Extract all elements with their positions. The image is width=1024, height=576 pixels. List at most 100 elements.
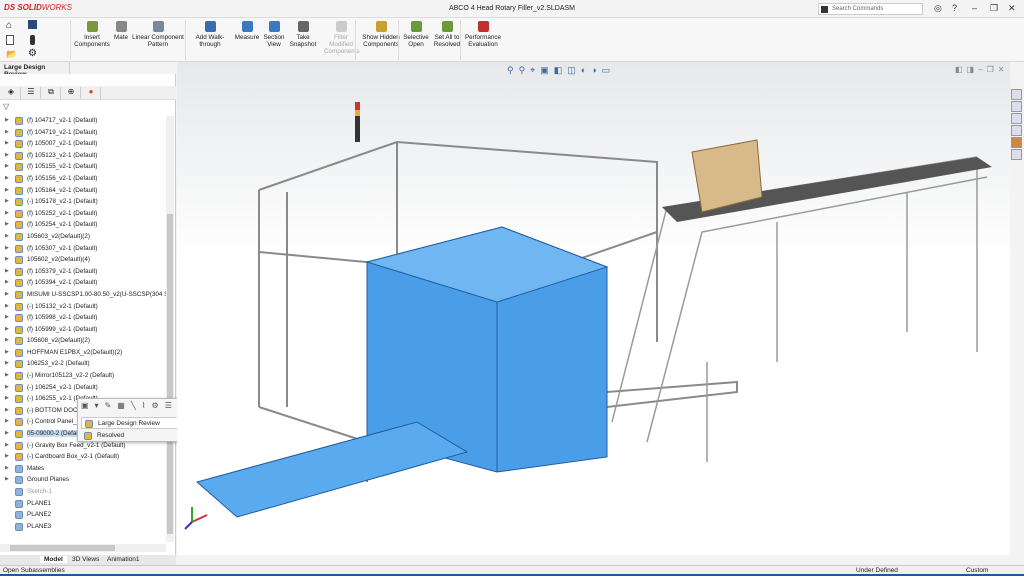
expand-arrow-icon[interactable]: ▶ bbox=[5, 382, 9, 394]
design-library-icon[interactable] bbox=[1011, 113, 1022, 124]
horizontal-scroll-thumb[interactable] bbox=[10, 545, 115, 551]
expand-arrow-icon[interactable]: ▶ bbox=[5, 463, 9, 475]
expand-arrow-icon[interactable]: ▶ bbox=[5, 370, 9, 382]
ribbon-button-3[interactable]: Add Walk-through bbox=[190, 21, 230, 48]
tree-item[interactable]: ▶ (-) Mirror105123_v2-2 (Default) bbox=[0, 370, 166, 382]
expand-arrow-icon[interactable]: ▶ bbox=[5, 208, 9, 220]
tree-item[interactable]: ▶ (f) 104719_v2-1 (Default) bbox=[0, 127, 166, 139]
graphics-area[interactable]: ⚲⚲⌖▣◧◫◐◑▭ ◧◨–❐✕ bbox=[177, 62, 1010, 555]
dimxpert-tab-icon[interactable]: ⊕ bbox=[62, 87, 81, 99]
tree-item[interactable]: ▶ (f) 105155_v2-1 (Default) bbox=[0, 161, 166, 173]
property-manager-tab-icon[interactable]: ☰ bbox=[22, 87, 41, 99]
expand-arrow-icon[interactable]: ▶ bbox=[5, 451, 9, 463]
tree-item[interactable]: ▶ HOFFMAN E1PBX_v2(Default)(2) bbox=[0, 347, 166, 359]
tree-item[interactable]: ▶ (f) 105394_v2-1 (Default) bbox=[0, 277, 166, 289]
appearances-icon[interactable] bbox=[1011, 137, 1022, 148]
ribbon-button-9[interactable]: Selective Open bbox=[402, 21, 430, 48]
tree-item[interactable]: ▶ (-) Cardboard Box_v2-1 (Default) bbox=[0, 451, 166, 463]
tree-item[interactable]: ▶ (f) 105998_v2-1 (Default) bbox=[0, 312, 166, 324]
tree-item[interactable]: ▶ (-) 106254_v2-1 (Default) bbox=[0, 382, 166, 394]
expand-arrow-icon[interactable]: ▶ bbox=[5, 266, 9, 278]
tree-item[interactable]: ▶ 105602_v2(Default)(4) bbox=[0, 254, 166, 266]
custom-properties-icon[interactable] bbox=[1011, 149, 1022, 160]
ribbon-button-6[interactable]: Take Snapshot bbox=[288, 21, 318, 48]
units-dropdown[interactable]: Custom bbox=[966, 567, 988, 574]
expand-arrow-icon[interactable]: ▶ bbox=[5, 405, 9, 417]
expand-arrow-icon[interactable]: ▶ bbox=[5, 115, 9, 127]
tree-item[interactable]: ▶ (f) 105379_v2-1 (Default) bbox=[0, 266, 166, 278]
tree-item[interactable]: ▶ MISUMI U-SSCSP1.00-80.50_v2(U-SSCSP(304… bbox=[0, 289, 166, 301]
expand-arrow-icon[interactable]: ▶ bbox=[5, 347, 9, 359]
vertical-scroll-thumb[interactable] bbox=[167, 214, 173, 534]
help-icon[interactable]: ? bbox=[952, 3, 957, 13]
tree-item[interactable]: Sketch-1 bbox=[0, 486, 166, 498]
ribbon-button-10[interactable]: Set All to Resolved bbox=[432, 21, 462, 48]
tab-3d-views[interactable]: 3D Views bbox=[68, 556, 103, 563]
expand-arrow-icon[interactable]: ▶ bbox=[5, 254, 9, 266]
tree-item[interactable]: ▶ 105603_v2(Default)(2) bbox=[0, 231, 166, 243]
tree-item[interactable]: ▶ 106253_v2-2 (Default) bbox=[0, 358, 166, 370]
tree-item[interactable]: ▶ (f) 105123_v2-1 (Default) bbox=[0, 150, 166, 162]
options-gear-icon[interactable]: ⚙ bbox=[28, 48, 37, 59]
tab-animation1[interactable]: Animation1 bbox=[103, 556, 144, 563]
menu-item-resolved[interactable]: Resolved bbox=[81, 430, 189, 442]
expand-arrow-icon[interactable]: ▶ bbox=[5, 161, 9, 173]
tree-item[interactable]: ▶ (-) 105132_v2-1 (Default) bbox=[0, 301, 166, 313]
heads-up-view-toolbar[interactable]: ⚲⚲⌖▣◧◫◐◑▭ bbox=[507, 65, 615, 76]
expand-arrow-icon[interactable]: ▶ bbox=[5, 185, 9, 197]
expand-arrow-icon[interactable]: ▶ bbox=[5, 393, 9, 405]
minimize-button[interactable]: – bbox=[972, 3, 977, 13]
file-explorer-icon[interactable] bbox=[1011, 125, 1022, 136]
save-icon[interactable] bbox=[28, 20, 37, 29]
expand-arrow-icon[interactable]: ▶ bbox=[5, 138, 9, 150]
expand-arrow-icon[interactable]: ▶ bbox=[5, 335, 9, 347]
ribbon-button-5[interactable]: Section View bbox=[262, 21, 286, 48]
home-icon[interactable]: ⌂ bbox=[6, 20, 12, 31]
expand-arrow-icon[interactable]: ▶ bbox=[5, 301, 9, 313]
ribbon-button-1[interactable]: Mate bbox=[112, 21, 130, 41]
tree-item[interactable]: ▶ (-) 105178_v2-1 (Default) bbox=[0, 196, 166, 208]
tree-item[interactable]: ▶ Ground Planes bbox=[0, 474, 166, 486]
expand-arrow-icon[interactable]: ▶ bbox=[5, 440, 9, 452]
expand-arrow-icon[interactable]: ▶ bbox=[5, 127, 9, 139]
tree-item[interactable]: ▶ (f) 105164_v2-1 (Default) bbox=[0, 185, 166, 197]
open-icon[interactable]: 📂 bbox=[6, 49, 17, 60]
tree-item[interactable]: PLANE2 bbox=[0, 509, 166, 521]
tree-item[interactable]: ▶ (f) 104717_v2-1 (Default) bbox=[0, 115, 166, 127]
configuration-manager-tab-icon[interactable]: ⧉ bbox=[42, 87, 61, 99]
new-document-icon[interactable] bbox=[6, 35, 14, 45]
tree-item[interactable]: ▶ 105608_v2(Default)(2) bbox=[0, 335, 166, 347]
tree-item[interactable]: ▶ (f) 105007_v2-1 (Default) bbox=[0, 138, 166, 150]
expand-arrow-icon[interactable]: ▶ bbox=[5, 428, 9, 440]
expand-arrow-icon[interactable]: ▶ bbox=[5, 289, 9, 301]
expand-arrow-icon[interactable]: ▶ bbox=[5, 219, 9, 231]
tree-item[interactable]: ▶ (f) 105307_v2-1 (Default) bbox=[0, 243, 166, 255]
menu-item-large-design-review[interactable]: Large Design Review bbox=[81, 417, 189, 429]
tree-item[interactable]: PLANE3 bbox=[0, 521, 166, 533]
tree-item[interactable]: PLANE1 bbox=[0, 498, 166, 510]
display-manager-tab-icon[interactable]: ● bbox=[82, 87, 101, 99]
ribbon-button-4[interactable]: Measure bbox=[234, 21, 260, 41]
expand-arrow-icon[interactable]: ▶ bbox=[5, 243, 9, 255]
tree-item[interactable]: ▶ (f) 105254_v2-1 (Default) bbox=[0, 219, 166, 231]
account-icon[interactable]: ◎ bbox=[934, 3, 942, 14]
expand-arrow-icon[interactable]: ▶ bbox=[5, 324, 9, 336]
tree-item[interactable]: ▶ Mates bbox=[0, 463, 166, 475]
expand-arrow-icon[interactable]: ▶ bbox=[5, 231, 9, 243]
filter-icon[interactable]: ▽ bbox=[3, 102, 9, 111]
expand-arrow-icon[interactable]: ▶ bbox=[5, 358, 9, 370]
home-task-icon[interactable] bbox=[1011, 89, 1022, 100]
ribbon-button-8[interactable]: Show Hidden Components bbox=[362, 21, 400, 48]
expand-arrow-icon[interactable]: ▶ bbox=[5, 312, 9, 324]
expand-arrow-icon[interactable]: ▶ bbox=[5, 277, 9, 289]
ribbon-button-11[interactable]: Performance Evaluation bbox=[464, 21, 502, 48]
tree-item[interactable]: ▶ (f) 105156_v2-1 (Default) bbox=[0, 173, 166, 185]
expand-arrow-icon[interactable]: ▶ bbox=[5, 150, 9, 162]
tree-item[interactable]: ▶ (f) 105252_v2-1 (Default) bbox=[0, 208, 166, 220]
viewport-window-controls[interactable]: ◧◨–❐✕ bbox=[955, 65, 1008, 74]
feature-manager-tab-icon[interactable]: ◈ bbox=[2, 87, 21, 99]
context-toolbar-icons[interactable]: ▣▾✎▦╲⌇⚙☰ bbox=[81, 401, 178, 410]
search-commands-input[interactable]: Search Commands bbox=[818, 3, 923, 15]
ribbon-button-0[interactable]: Insert Components bbox=[74, 21, 110, 48]
tab-model[interactable]: Model bbox=[40, 556, 67, 563]
